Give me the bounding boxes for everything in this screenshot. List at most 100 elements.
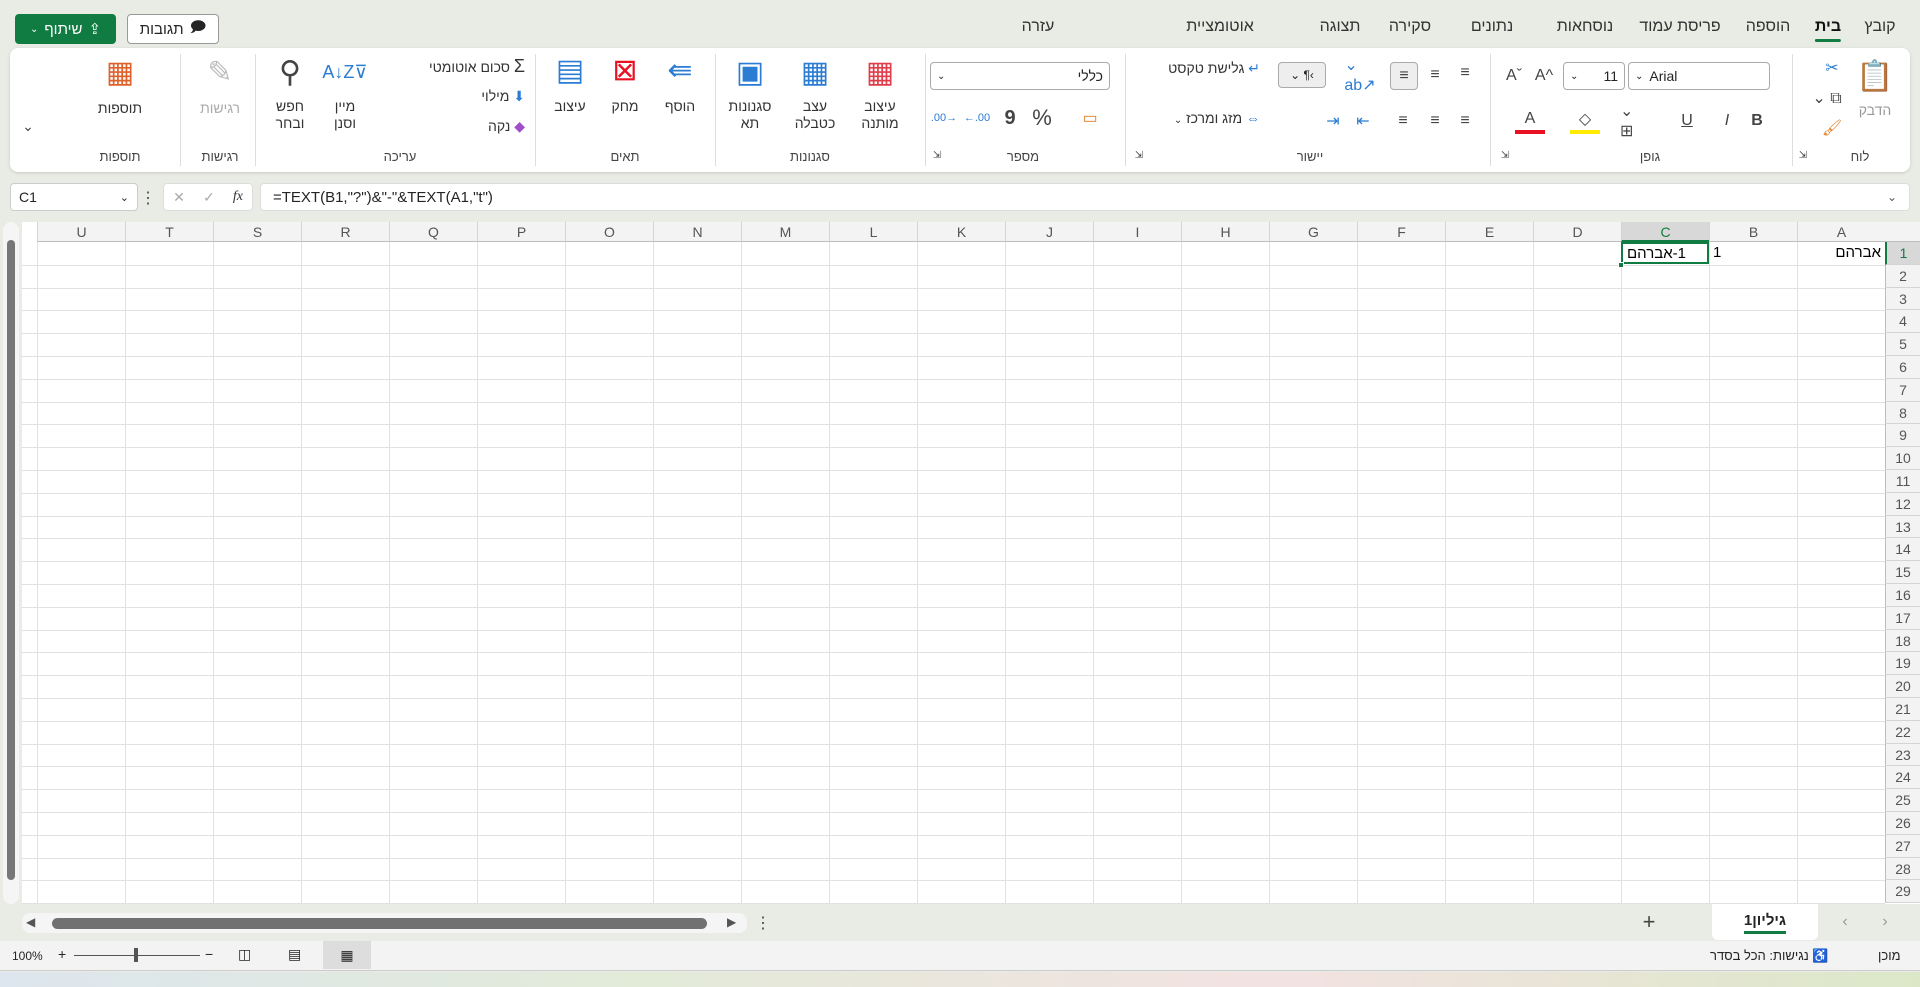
row-header-10[interactable]: 10 xyxy=(1885,447,1920,470)
align-left-icon[interactable]: ≡ xyxy=(1390,108,1416,134)
row-header-2[interactable]: 2 xyxy=(1885,264,1920,288)
comma-button[interactable]: 9 xyxy=(1000,106,1020,130)
insert-function-button[interactable]: fx xyxy=(233,189,243,205)
column-header-E[interactable]: E xyxy=(1445,222,1533,242)
text-direction-button[interactable]: ⌄ ¶‹ xyxy=(1278,62,1326,88)
collapse-ribbon-icon[interactable]: ⌄ xyxy=(18,116,38,136)
autosum-button[interactable]: סכום אוטומטי Σ xyxy=(395,57,525,76)
addins-icon[interactable]: ▦ xyxy=(100,52,140,92)
tab-1[interactable]: בית xyxy=(1814,18,1842,42)
page-layout-view-icon[interactable]: ▤ xyxy=(288,946,301,963)
horizontal-scroll-thumb[interactable] xyxy=(52,918,707,929)
row-header-20[interactable]: 20 xyxy=(1885,675,1920,698)
dialog-launcher-icon[interactable]: ⇲ xyxy=(1132,148,1146,162)
align-top-icon[interactable]: ≡ xyxy=(1452,60,1478,86)
zoom-in-icon[interactable]: + xyxy=(58,946,66,962)
row-header-8[interactable]: 8 xyxy=(1885,401,1920,425)
column-header-R[interactable]: R xyxy=(301,222,389,242)
row-header-24[interactable]: 24 xyxy=(1885,766,1920,790)
font-name-dropdown[interactable]: ⌄ Arial xyxy=(1628,62,1770,90)
cell-styles-button[interactable]: סגנונות תא xyxy=(720,98,780,132)
decrease-decimal-icon[interactable]: ←.00 xyxy=(964,106,990,130)
sort-filter-button[interactable]: מיין וסנן xyxy=(320,98,370,132)
copy-icon[interactable]: ⌄ ⧉ xyxy=(1810,86,1844,110)
cell-C1[interactable]: 1-אברהם xyxy=(1621,242,1709,264)
increase-decimal-icon[interactable]: .00→ xyxy=(931,106,957,130)
row-header-18[interactable]: 18 xyxy=(1885,629,1920,653)
vertical-scrollbar[interactable] xyxy=(3,222,19,904)
increase-font-button[interactable]: A^ xyxy=(1530,62,1558,90)
row-header-3[interactable]: 3 xyxy=(1885,287,1920,311)
row-header-4[interactable]: 4 xyxy=(1885,310,1920,334)
percent-button[interactable]: % xyxy=(1030,105,1054,130)
tab-9[interactable]: עזרה xyxy=(1022,18,1055,36)
column-header-U[interactable]: U xyxy=(37,222,125,242)
row-header-17[interactable]: 17 xyxy=(1885,606,1920,630)
zoom-out-icon[interactable]: − xyxy=(205,946,213,962)
horizontal-scrollbar[interactable]: ◀ ▶ xyxy=(22,913,747,933)
column-header-Q[interactable]: Q xyxy=(389,222,477,242)
add-sheet-button[interactable]: + xyxy=(1635,908,1663,936)
decrease-font-button[interactable]: Aˇ xyxy=(1500,62,1528,90)
clear-button[interactable]: נקה ◆ xyxy=(395,118,525,135)
formula-input[interactable]: =TEXT(B1,"?")&"-"&TEXT(A1,"t") ⌄ xyxy=(260,183,1910,211)
accessibility-status[interactable]: נגישות: הכל בסדר ♿ xyxy=(1710,948,1829,964)
row-header-9[interactable]: 9 xyxy=(1885,424,1920,448)
italic-button[interactable]: I xyxy=(1715,108,1739,134)
tab-4[interactable]: נוסחאות xyxy=(1557,18,1614,36)
cancel-icon[interactable]: ✕ xyxy=(173,189,185,206)
delete-cells-icon[interactable]: ⊠ xyxy=(605,52,645,88)
wrap-text-button[interactable]: גלישת טקסט ↵ xyxy=(1135,60,1260,77)
column-header-H[interactable]: H xyxy=(1181,222,1269,242)
row-header-25[interactable]: 25 xyxy=(1885,789,1920,812)
column-header-F[interactable]: F xyxy=(1357,222,1445,242)
column-header-O[interactable]: O xyxy=(565,222,653,242)
cut-icon[interactable]: ✂ xyxy=(1820,56,1844,80)
column-header-I[interactable]: I xyxy=(1093,222,1181,242)
share-button[interactable]: ⌄ שיתוף ⇪ xyxy=(15,14,116,44)
align-middle-icon[interactable]: ≡ xyxy=(1422,62,1448,88)
column-header-J[interactable]: J xyxy=(1005,222,1093,242)
next-sheet-icon[interactable]: › xyxy=(1875,910,1895,934)
row-header-14[interactable]: 14 xyxy=(1885,538,1920,562)
format-button[interactable]: עיצוב xyxy=(540,98,600,115)
tab-7[interactable]: תצוגה xyxy=(1320,18,1361,36)
delete-button[interactable]: מחק xyxy=(595,98,655,115)
format-as-table-button[interactable]: עצב כטבלה xyxy=(785,98,845,132)
row-header-15[interactable]: 15 xyxy=(1885,561,1920,584)
column-header-T[interactable]: T xyxy=(125,222,213,242)
paste-icon[interactable]: 📋 xyxy=(1855,54,1895,98)
spreadsheet-grid[interactable]: A B C D E F G H I J K L M N O P Q R S T U 1 2 3 4 5 6 7 8 9 10 11 12 13 14… xyxy=(22,222,1920,904)
tab-5[interactable]: נתונים xyxy=(1471,18,1513,36)
sheet-options-icon[interactable]: ⋮ xyxy=(755,912,771,934)
fill-handle[interactable] xyxy=(1618,261,1624,268)
select-all-button[interactable] xyxy=(1885,222,1920,242)
fill-button[interactable]: מילוי ⬇ xyxy=(395,88,525,105)
insert-cells-icon[interactable]: ⇚ xyxy=(660,52,700,88)
vertical-scroll-thumb[interactable] xyxy=(7,240,15,880)
conditional-formatting-icon[interactable]: ▦ xyxy=(860,52,900,92)
row-header-26[interactable]: 26 xyxy=(1885,812,1920,835)
row-header-23[interactable]: 23 xyxy=(1885,743,1920,767)
prev-sheet-icon[interactable]: ‹ xyxy=(1835,910,1855,934)
find-icon[interactable]: ⚲ xyxy=(270,50,310,94)
column-header-M[interactable]: M xyxy=(741,222,829,242)
increase-indent-icon[interactable]: ⇤ xyxy=(1350,108,1376,134)
font-color-icon[interactable]: A xyxy=(1515,108,1545,134)
insert-button[interactable]: הוסף xyxy=(650,98,710,115)
conditional-formatting-button[interactable]: עיצוב מותנה xyxy=(850,98,910,132)
format-painter-icon[interactable]: 🖌 xyxy=(1820,116,1844,140)
bold-button[interactable]: B xyxy=(1745,108,1769,134)
row-header-19[interactable]: 19 xyxy=(1885,652,1920,676)
format-cells-icon[interactable]: ▤ xyxy=(550,52,590,88)
column-header-D[interactable]: D xyxy=(1533,222,1621,242)
column-header-L[interactable]: L xyxy=(829,222,917,242)
column-header-G[interactable]: G xyxy=(1269,222,1357,242)
accounting-format-icon[interactable]: ▭ xyxy=(1075,106,1105,130)
number-format-dropdown[interactable]: ⌄ כללי xyxy=(930,62,1110,90)
orientation-icon[interactable]: ⌄ ab↗ xyxy=(1344,57,1375,94)
enter-icon[interactable]: ✓ xyxy=(203,189,215,206)
column-header-A[interactable]: A xyxy=(1797,222,1885,242)
row-header-28[interactable]: 28 xyxy=(1885,857,1920,881)
tab-3[interactable]: פריסת עמוד xyxy=(1639,18,1720,36)
